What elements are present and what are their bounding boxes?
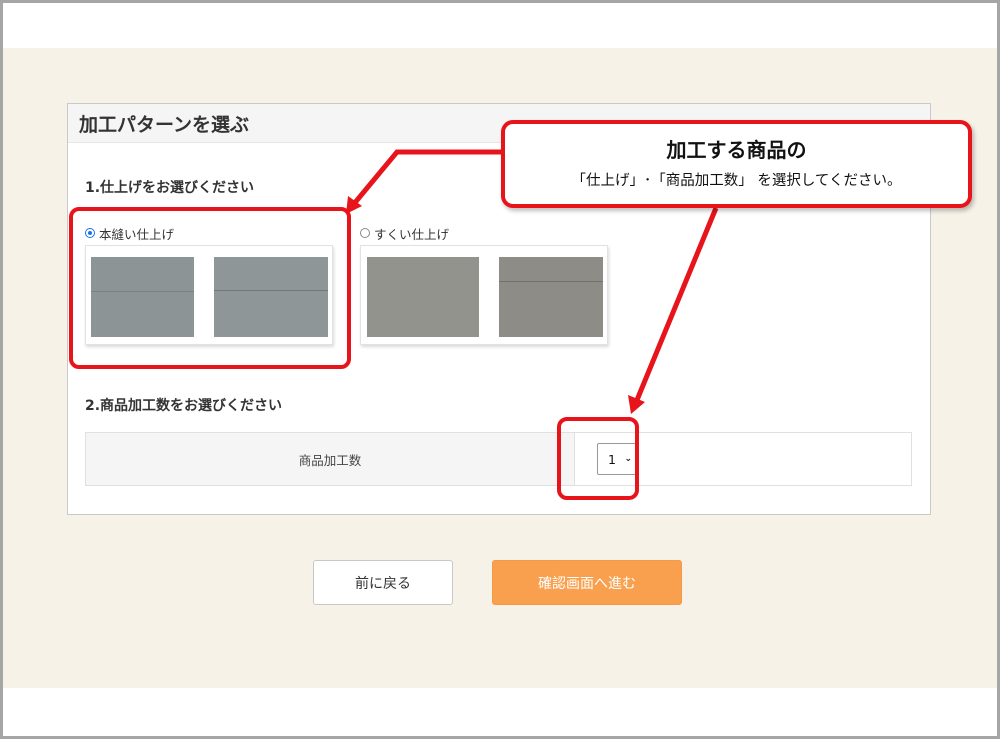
highlight-finish-option [69, 207, 351, 369]
callout-title: 加工する商品の [666, 138, 807, 162]
quantity-section-label: 2.商品加工数をお選びください [85, 398, 283, 414]
finish-sample-image[interactable] [360, 245, 608, 345]
quantity-field-label: 商品加工数 [298, 453, 362, 468]
quantity-label-cell: 商品加工数 [86, 433, 575, 485]
finish-section-label: 1.仕上げをお選びください [85, 180, 255, 196]
back-button[interactable]: 前に戻る [313, 560, 453, 605]
finish-option-sukui[interactable]: すくい仕上げ [360, 224, 610, 345]
seam-line [499, 281, 603, 282]
instruction-callout: 加工する商品の 「仕上げ」･「商品加工数」 を選択してください。 [501, 120, 972, 208]
callout-body: 「仕上げ」･「商品加工数」 を選択してください。 [571, 173, 902, 189]
fabric-swatch-right [499, 257, 603, 337]
fabric-swatch-left [367, 257, 479, 337]
finish-option-sukui-radio-row[interactable]: すくい仕上げ [360, 224, 449, 242]
quantity-row: 商品加工数 1 ⌄ [85, 432, 912, 486]
panel-title: 加工パターンを選ぶ [79, 114, 250, 136]
finish-option-label: すくい仕上げ [374, 226, 450, 242]
next-button[interactable]: 確認画面へ進む [492, 560, 682, 605]
radio-unselected-icon[interactable] [360, 228, 370, 238]
highlight-quantity-select [557, 417, 639, 500]
